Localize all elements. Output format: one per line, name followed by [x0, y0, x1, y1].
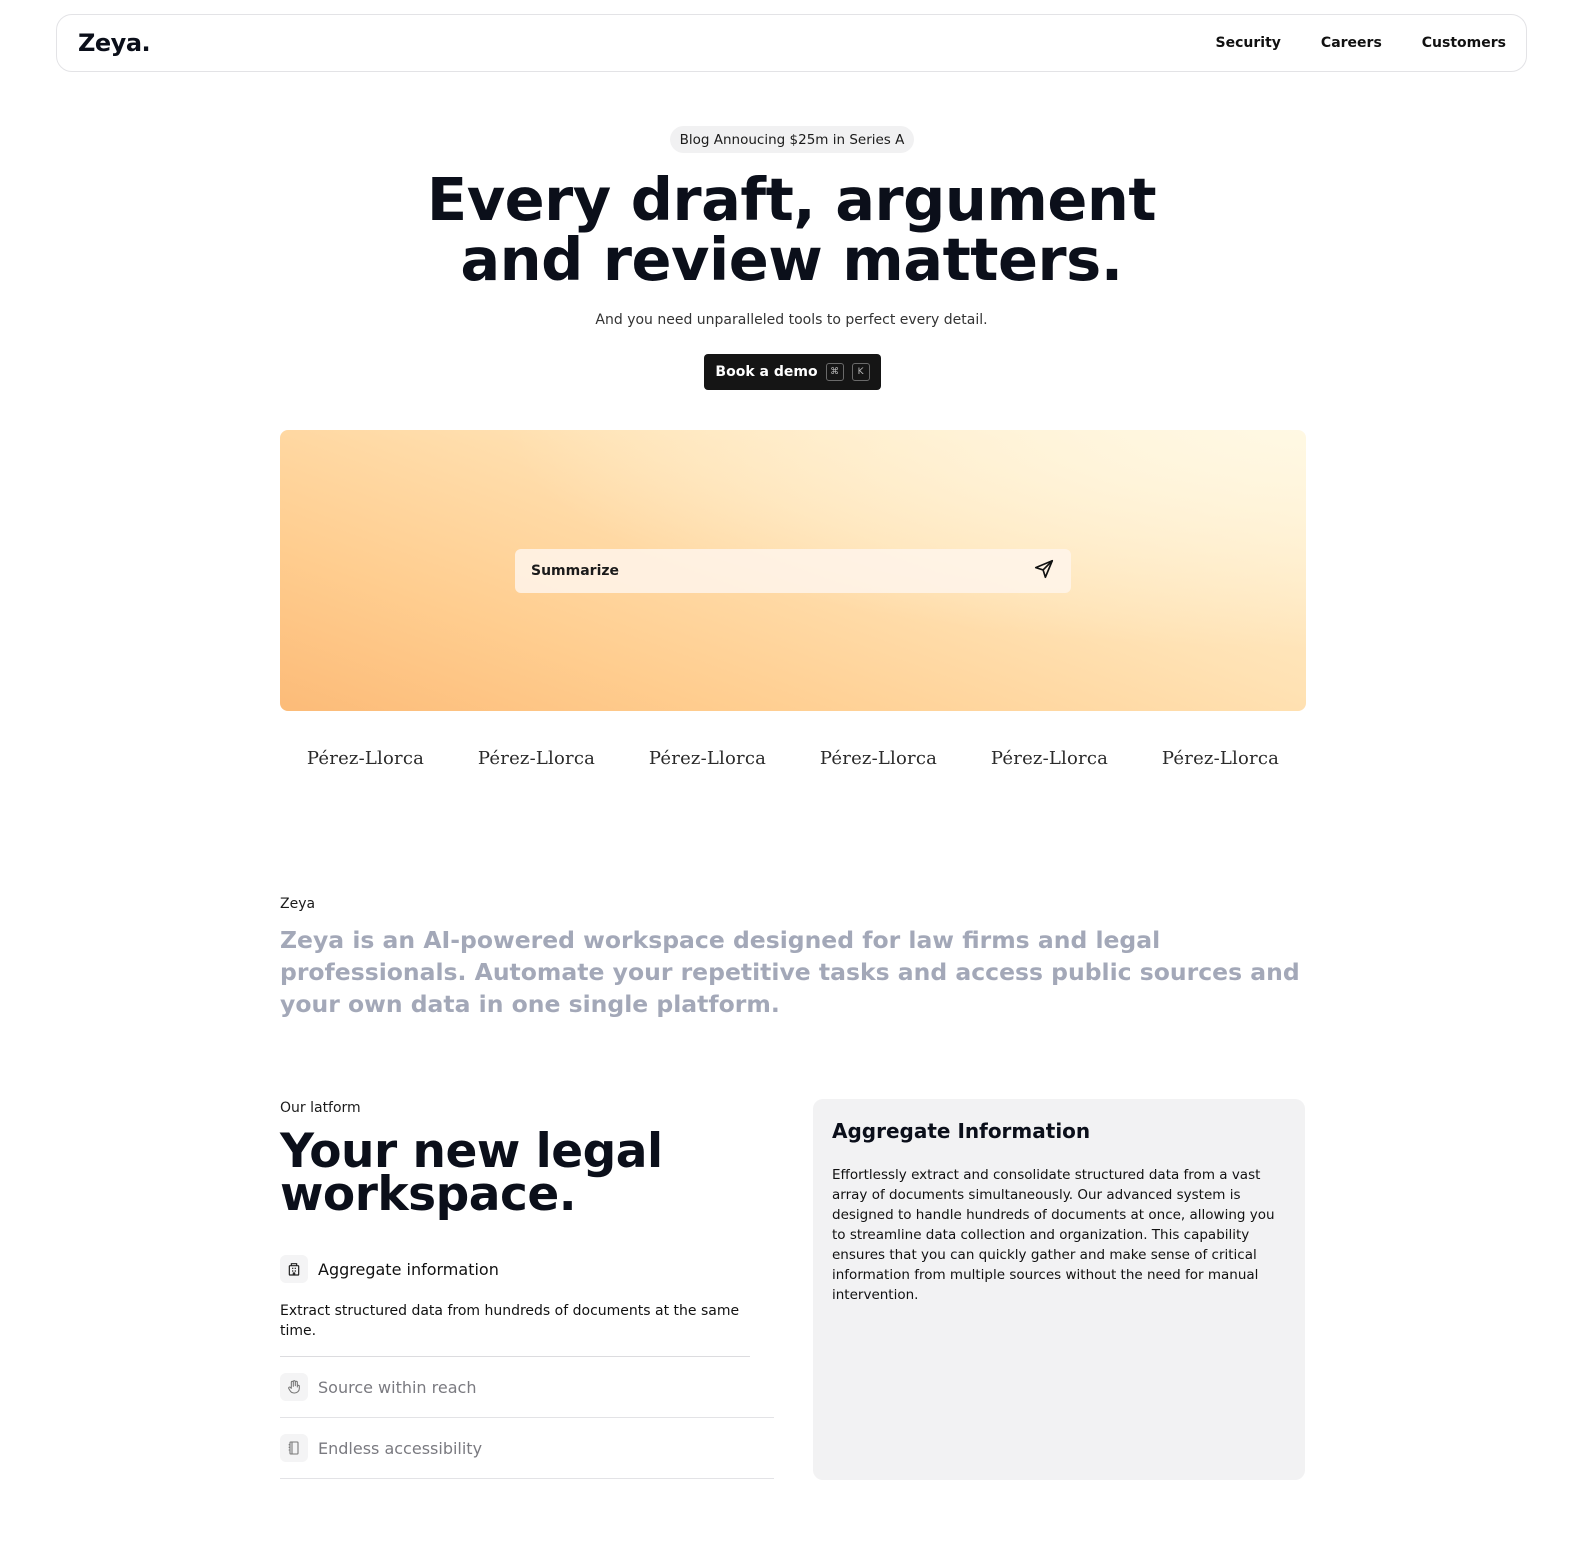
panel-description: Effortlessly extract and consolidate str…	[832, 1167, 1275, 1303]
book-icon	[280, 1434, 308, 1462]
feature-detail-panel: Aggregate Information Effortlessly extra…	[813, 1099, 1305, 1480]
nav-link-careers[interactable]: Careers	[1321, 35, 1382, 51]
zeya-logo[interactable]: Zeya.	[78, 29, 151, 57]
client-logo-perez-llorca: Pérez-Llorca	[306, 748, 425, 769]
client-logo-perez-llorca: Pérez-Llorca	[819, 748, 938, 769]
feature-title: Endless accessibility	[318, 1438, 483, 1458]
k-key-hint: K	[851, 363, 870, 381]
book-demo-button[interactable]: Book a demo ⌘ K	[704, 354, 881, 390]
client-logo-perez-llorca: Pérez-Llorca	[1161, 748, 1280, 769]
platform-title: Your new legal workspace.	[280, 1124, 663, 1222]
client-logo-perez-llorca: Pérez-Llorca	[648, 748, 767, 769]
feature-description: Extract structured data from hundreds of…	[280, 1301, 750, 1357]
about-description: Zeya is an AI-powered workspace designed…	[280, 926, 1300, 1018]
feature-title: Source within reach	[318, 1377, 477, 1397]
top-navbar: Zeya. Security Careers Customers	[56, 14, 1527, 72]
hand-icon	[280, 1373, 308, 1401]
feature-list: Aggregate information Extract structured…	[280, 1255, 774, 1479]
nav-link-customers[interactable]: Customers	[1422, 35, 1506, 51]
command-key-hint: ⌘	[825, 363, 844, 381]
demo-gradient-panel: Summarize	[280, 430, 1306, 711]
send-icon[interactable]	[1033, 558, 1055, 584]
hero-subtitle: And you need unparalleled tools to perfe…	[595, 312, 988, 328]
feature-item-source[interactable]: Source within reach	[280, 1357, 774, 1418]
nav-links: Security Careers Customers	[1176, 35, 1506, 51]
feature-item-aggregate[interactable]: Aggregate information Extract structured…	[280, 1255, 774, 1357]
client-logo-perez-llorca: Pérez-Llorca	[990, 748, 1109, 769]
feature-title: Aggregate information	[318, 1259, 499, 1279]
hero-title-line-2: and review matters.	[460, 225, 1123, 294]
announcement-badge[interactable]: Blog Annoucing $25m in Series A	[670, 126, 914, 153]
book-demo-label: Book a demo	[715, 364, 818, 380]
prompt-text: Summarize	[531, 563, 620, 579]
prompt-input[interactable]: Summarize	[515, 549, 1071, 593]
client-logos: Pérez-Llorca Pérez-Llorca Pérez-Llorca P…	[280, 748, 1306, 769]
platform-section-label: Our latform	[280, 1100, 361, 1116]
nav-link-security[interactable]: Security	[1216, 35, 1281, 51]
panel-title: Aggregate Information	[832, 1119, 1091, 1143]
feature-item-accessibility[interactable]: Endless accessibility	[280, 1418, 774, 1479]
hero-title: Every draft, argument and review matters…	[0, 170, 1583, 290]
hero-title-line-1: Every draft, argument	[426, 165, 1157, 234]
about-section-label: Zeya	[280, 896, 316, 912]
building-icon	[280, 1255, 308, 1283]
client-logo-perez-llorca: Pérez-Llorca	[477, 748, 596, 769]
